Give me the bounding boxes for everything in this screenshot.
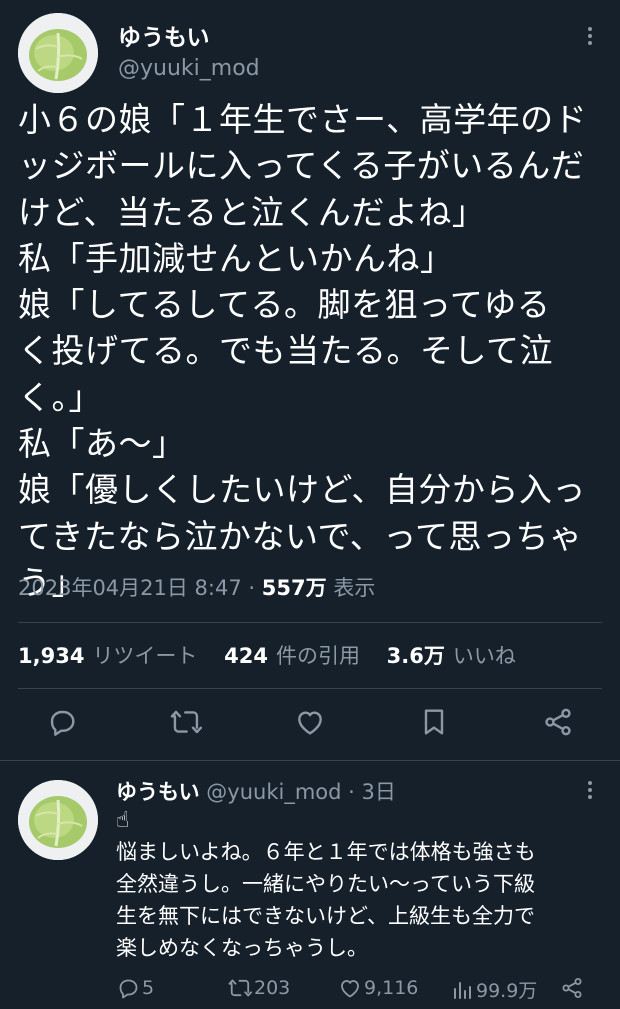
- reply-likes-count: 9,116: [364, 977, 419, 999]
- reply-like-button[interactable]: 9,116: [338, 976, 418, 1000]
- tweet-meta: 2023年04月21日 8:47 · 557万 表示: [18, 572, 375, 602]
- like-button[interactable]: [294, 706, 326, 738]
- divider: [0, 760, 620, 761]
- quotes-label: 件の引用: [275, 644, 360, 668]
- cabbage-leaf-avatar-icon: [18, 780, 98, 860]
- reply-line: 生を無下にはできないけど、上級生も全力で: [116, 904, 535, 928]
- divider: [18, 688, 602, 689]
- reply-author-handle[interactable]: @yuuki_mod: [206, 780, 341, 804]
- reply-line: 全然違うし。一緒にやりたい～っていう下級: [116, 872, 535, 896]
- tweet-line: 私「手加減せんといかんね」: [18, 238, 454, 278]
- reply-retweet-button[interactable]: 203: [228, 976, 290, 1000]
- reply-retweets-count: 203: [254, 977, 291, 999]
- retweet-icon: [228, 979, 252, 997]
- likes-count: 3.6万: [386, 644, 445, 668]
- views-chart-icon: [454, 981, 471, 999]
- share-icon: [545, 708, 571, 736]
- meta-separator: ·: [248, 576, 256, 600]
- reply-views-button[interactable]: 99.9万: [450, 976, 537, 1003]
- retweet-icon: [170, 710, 202, 734]
- bookmark-button[interactable]: [418, 706, 450, 738]
- reply-line: 楽しめなくなっちゃうし。: [116, 936, 368, 960]
- tweet-line: く投げてる。でも当たる。そして泣: [18, 331, 554, 371]
- reply-replies-count: 5: [142, 977, 155, 999]
- retweets-label: リツイート: [92, 644, 198, 668]
- timestamp[interactable]: 2023年04月21日 8:47: [18, 576, 242, 600]
- reply-avatar[interactable]: [18, 780, 98, 860]
- engagement-stats: 1,934 リツイート 424 件の引用 3.6万 いいね: [18, 640, 516, 670]
- retweet-button[interactable]: [170, 706, 202, 738]
- quotes-stat[interactable]: 424 件の引用: [224, 644, 360, 668]
- author-name[interactable]: ゆうもい: [118, 18, 210, 52]
- quotes-count: 424: [224, 644, 268, 668]
- views-count: 557万: [261, 576, 327, 600]
- bookmark-icon: [424, 709, 444, 735]
- tweet-line: 私「あ～」: [18, 424, 186, 464]
- likes-stat[interactable]: 3.6万 いいね: [387, 644, 516, 668]
- tweet-text: 小６の娘「１年生でさー、高学年のド ッジボールに入ってくる子がいるんだ けど、当…: [18, 97, 608, 606]
- reply-reply-button[interactable]: 5: [116, 976, 154, 1000]
- share-button[interactable]: [542, 706, 574, 738]
- avatar[interactable]: [18, 13, 98, 93]
- tweet-line: 小６の娘「１年生でさー、高学年のド: [18, 100, 588, 139]
- reply-views-count: 99.9万: [476, 980, 538, 1002]
- reply-line: 悩ましいよね。６年と１年では体格も強さも: [116, 840, 536, 864]
- reply-more-options-icon[interactable]: [578, 778, 602, 802]
- reply-header: ゆうもい @yuuki_mod · 3日: [116, 776, 396, 806]
- heart-icon: [341, 980, 359, 998]
- share-icon: [562, 978, 582, 998]
- reply-separator: ·: [348, 780, 355, 804]
- tweet-line: てきたなら泣かないで、って思っちゃ: [18, 516, 583, 556]
- more-options-icon[interactable]: [578, 24, 602, 48]
- reply-share-button[interactable]: [560, 976, 586, 1000]
- tweet-line: 娘「優しくしたいけど、自分から入っ: [18, 470, 586, 510]
- cabbage-leaf-avatar-icon: [18, 13, 98, 93]
- reply-author-name[interactable]: ゆうもい: [116, 780, 200, 804]
- views-label: 表示: [333, 576, 376, 600]
- retweets-count: 1,934: [18, 644, 85, 668]
- tweet-line: 娘「してるしてる。脚を狙ってゆる: [18, 285, 551, 325]
- pointing-up-emoji: ☝: [116, 808, 130, 833]
- author-handle[interactable]: @yuuki_mod: [118, 56, 260, 81]
- reply-time[interactable]: 3日: [362, 780, 396, 804]
- divider: [18, 622, 602, 623]
- heart-icon: [298, 711, 322, 735]
- likes-label: いいね: [452, 644, 516, 668]
- reply-button[interactable]: [46, 706, 78, 738]
- reply-icon: [50, 710, 75, 736]
- tweet-line: ッジボールに入ってくる子がいるんだ: [18, 146, 585, 186]
- tweet-line: く。」: [18, 377, 102, 417]
- reply-icon: [119, 979, 138, 999]
- retweets-stat[interactable]: 1,934 リツイート: [18, 644, 197, 668]
- tweet-line: けど、当たると泣くんだよね」: [18, 192, 486, 232]
- reply-text: 悩ましいよね。６年と１年では体格も強さも 全然違うし。一緒にやりたい～っていう下…: [116, 836, 606, 964]
